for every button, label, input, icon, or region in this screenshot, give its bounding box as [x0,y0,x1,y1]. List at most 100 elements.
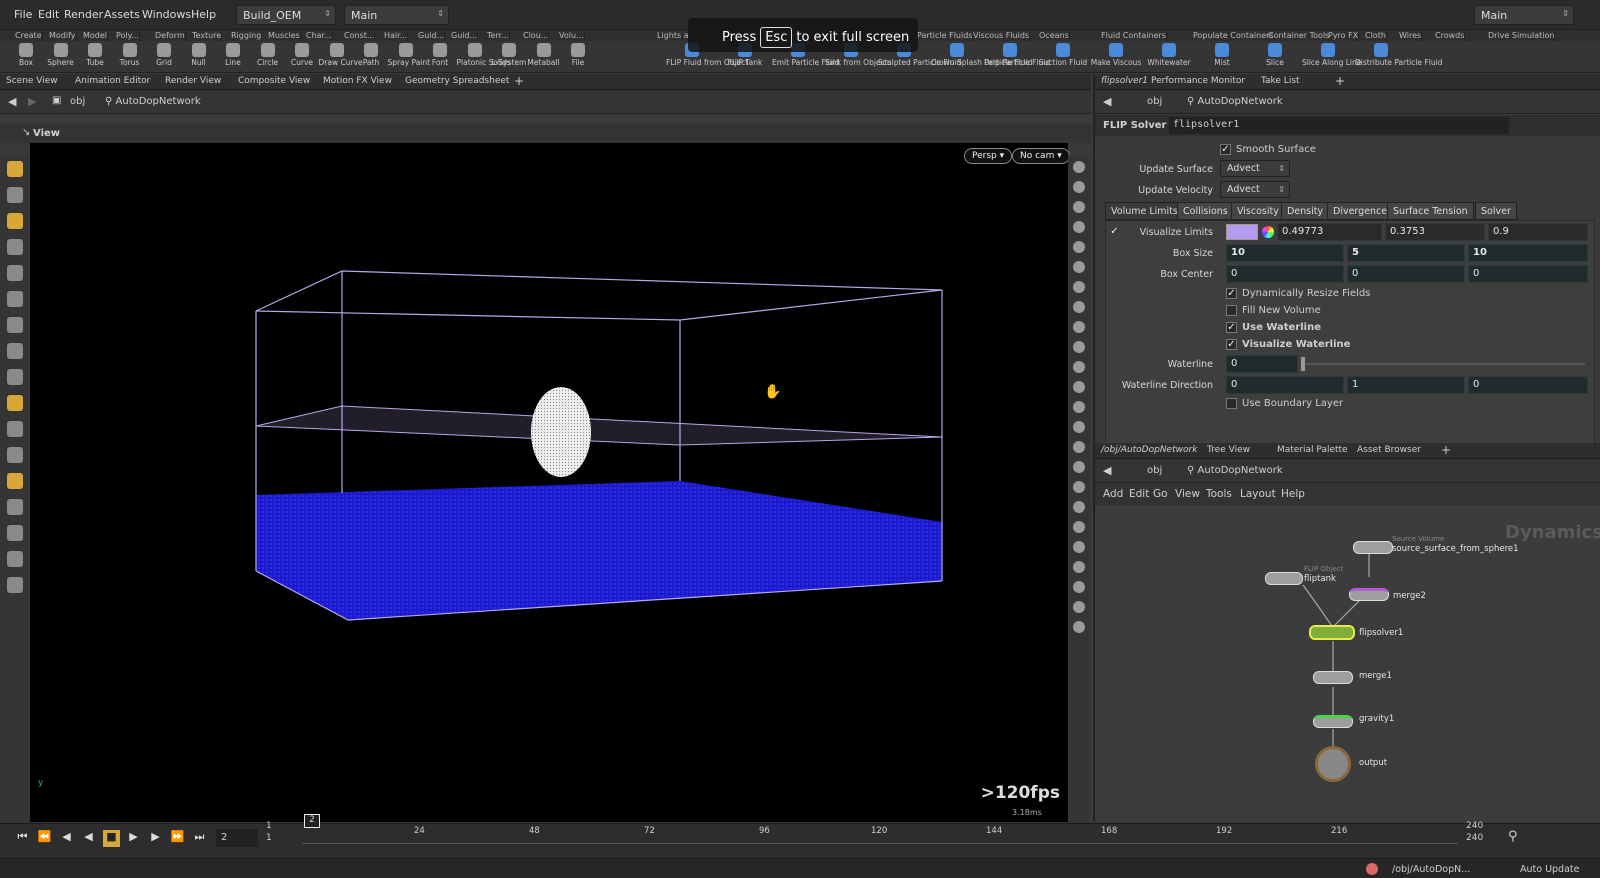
shelf-tab[interactable]: Texture [189,30,223,41]
display-option-icon[interactable] [1073,401,1085,413]
shelf-tool[interactable]: Circle [250,42,286,72]
shelf-tab[interactable]: Container Tools [1265,30,1331,41]
add-tab-icon[interactable]: + [514,74,524,88]
cam-button[interactable]: No cam ▾ [1012,148,1070,164]
shelf-tool[interactable]: Font [422,42,458,72]
play-reverse-icon[interactable]: ◀ [80,830,97,847]
prev-key-icon[interactable]: ⏪ [36,830,53,847]
tab-performance-monitor[interactable]: Performance Monitor [1151,76,1245,86]
visualize-color-swatch[interactable] [1226,224,1258,240]
update-velocity-select[interactable]: Advect ⇕ [1220,181,1290,198]
shelf-tool[interactable]: Drip Particle Fluid [984,42,1050,72]
shelf-tab[interactable]: Oceans [1036,30,1070,41]
display-option-icon[interactable] [1073,621,1085,633]
step-forward-icon[interactable]: ▶︎ [147,830,164,847]
tab-tree-view[interactable]: Tree View [1207,445,1250,455]
shelf-tab[interactable]: Populate Containers [1190,30,1275,41]
vis-b-field[interactable]: 0.9 [1488,223,1588,241]
path-root[interactable]: obj [70,96,85,107]
tab-surface-tension[interactable]: Surface Tension [1387,202,1474,220]
display-option-icon[interactable] [1073,361,1085,373]
shelf-tab[interactable]: Guid... [415,30,446,41]
shelf-tool[interactable]: Grid [146,42,182,72]
tool-icon[interactable] [7,499,23,515]
shelf-tool[interactable]: Box [8,42,44,72]
shelf-tab[interactable]: Clou... [520,30,550,41]
range-end[interactable]: 240 [1466,821,1483,831]
waterline-dir-z[interactable]: 0 [1468,376,1588,394]
context-dropdown[interactable]: Main ⇕ [344,5,449,25]
fill-new-checkbox[interactable] [1226,305,1237,316]
persp-button[interactable]: Persp ▾ [964,148,1013,164]
menu-add[interactable]: Add [1103,488,1123,500]
node-merge2[interactable] [1349,588,1389,601]
shelf-tab[interactable]: Cloth [1362,30,1387,41]
tab-volume-limits[interactable]: Volume Limits [1105,202,1184,220]
display-option-icon[interactable] [1073,441,1085,453]
tab-render-view[interactable]: Render View [165,76,221,86]
path-root[interactable]: obj [1147,465,1162,476]
shelf-tab[interactable]: Wires [1396,30,1423,41]
node-gravity1[interactable] [1313,715,1353,728]
vis-g-field[interactable]: 0.3753 [1385,223,1485,241]
shelf-tool[interactable]: Crown Splash Particle Fluid [931,42,1032,72]
color-wheel-icon[interactable] [1262,226,1274,238]
tab-material-palette[interactable]: Material Palette [1277,445,1348,455]
display-option-icon[interactable] [1073,181,1085,193]
display-option-icon[interactable] [1073,521,1085,533]
shelf-tool[interactable]: Line [215,42,251,72]
shelf-tool[interactable]: Spray Paint [388,42,430,72]
path-node[interactable]: ⚲ AutoDopNetwork [1187,465,1283,476]
tool-icon[interactable] [7,239,23,255]
shelf-tool[interactable]: Suction Fluid [1037,42,1089,72]
shelf-tab[interactable]: Guid... [448,30,479,41]
tool-icon[interactable] [7,551,23,567]
node-output[interactable] [1315,746,1351,782]
tool-icon[interactable] [7,395,23,411]
tab-animation-editor[interactable]: Animation Editor [75,76,150,86]
range-start[interactable]: 1 [266,821,272,831]
menu-tools[interactable]: Tools [1206,488,1232,500]
node-name-field[interactable]: flipsolver1 [1169,117,1509,134]
step-back-icon[interactable]: ◀︎ [58,830,75,847]
display-option-icon[interactable] [1073,301,1085,313]
tab-composite-view[interactable]: Composite View [238,76,310,86]
tab-asset-browser[interactable]: Asset Browser [1357,445,1421,455]
waterline-slider[interactable] [1305,363,1585,365]
display-option-icon[interactable] [1073,161,1085,173]
next-key-icon[interactable]: ⏩ [169,830,186,847]
tool-icon[interactable] [7,369,23,385]
back-icon[interactable]: ◀ [1103,95,1111,108]
shelf-tool[interactable]: Slice [1249,42,1301,72]
auto-update[interactable]: Auto Update [1520,864,1579,875]
shelf-tool[interactable]: Mist [1196,42,1248,72]
tool-icon[interactable] [7,525,23,541]
tool-icon[interactable] [7,343,23,359]
box-center-x[interactable]: 0 [1226,265,1344,283]
shelf-tool[interactable]: Make Viscous [1090,42,1142,72]
add-tab-icon[interactable]: + [1335,74,1345,88]
status-path[interactable]: /obj/AutoDopN... [1392,864,1470,875]
shelf-tab[interactable]: Terr... [484,30,510,41]
shelf-tab[interactable]: Muscles [265,30,301,41]
smooth-surface-checkbox[interactable]: ✓ [1220,144,1231,155]
playhead[interactable]: 2 [304,814,320,828]
back-icon[interactable]: ◀ [8,95,16,108]
go-start-icon[interactable]: ⏮ [14,830,31,847]
shelf-tool[interactable]: Sphere [43,42,79,72]
scene-canvas[interactable]: ✋ y [30,143,1068,822]
shelf-tab[interactable]: Viscous Fluids [970,30,1031,41]
display-option-icon[interactable] [1073,501,1085,513]
shelf-tab[interactable]: Volu... [556,30,585,41]
shelf-tab[interactable]: Lights a [654,30,690,41]
shelf-tab[interactable]: Create [12,30,43,41]
display-option-icon[interactable] [1073,461,1085,473]
display-option-icon[interactable] [1073,201,1085,213]
timeline-ruler[interactable]: 2 24 48 72 96 120 144 168 192 216 [302,814,1458,844]
tool-icon[interactable] [7,291,23,307]
tab-collisions[interactable]: Collisions [1177,202,1234,220]
forward-icon[interactable]: ▶ [28,95,36,108]
display-option-icon[interactable] [1073,261,1085,273]
tab-network[interactable]: /obj/AutoDopNetwork [1101,445,1197,455]
key-icon[interactable]: ⚲ [1508,829,1518,844]
